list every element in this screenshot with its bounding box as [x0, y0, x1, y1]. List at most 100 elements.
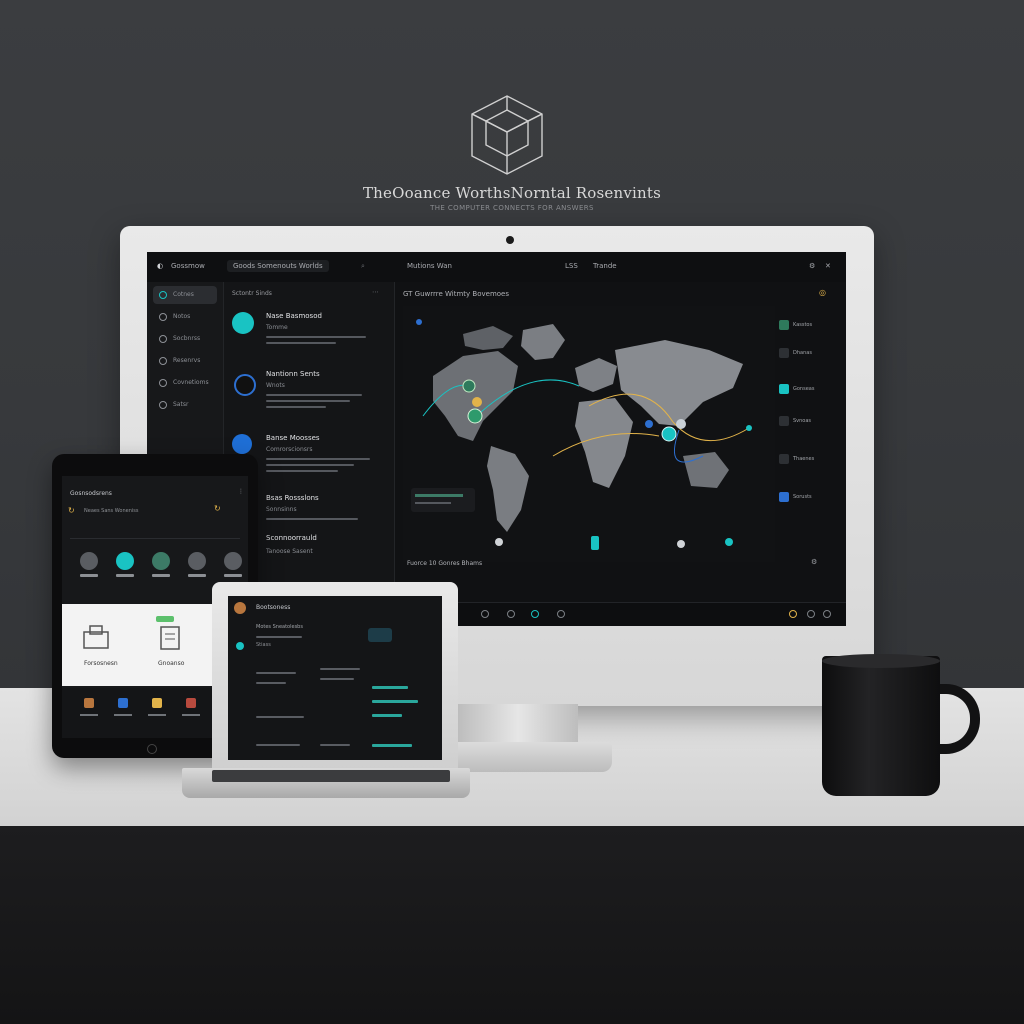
- text-line: [266, 394, 362, 396]
- settings-icon[interactable]: ⚙: [809, 262, 815, 270]
- stat-row[interactable]: Kasstos: [779, 318, 837, 332]
- text-line: [266, 336, 366, 338]
- progress-bar: [372, 686, 408, 689]
- feed-item-title: Sconnoorrauld: [266, 534, 317, 542]
- tab-mutions[interactable]: Mutions Wan: [407, 262, 452, 270]
- nav-icon-3[interactable]: [152, 698, 162, 708]
- text-line: [320, 668, 360, 670]
- text-line: [266, 400, 350, 402]
- nav-label-bar: [114, 714, 132, 716]
- feed-item[interactable]: Nantionn Sents Wnots: [230, 366, 388, 422]
- star-icon: [159, 401, 167, 409]
- stat-row[interactable]: Sorusts: [779, 490, 837, 504]
- stat-row[interactable]: Thaenes: [779, 452, 837, 466]
- status-badge: [156, 616, 174, 622]
- text-line: [266, 464, 354, 466]
- status-dot-icon: [236, 642, 244, 650]
- document-icon: [160, 626, 180, 650]
- nav-icon-1[interactable]: [84, 698, 94, 708]
- globe-icon[interactable]: [116, 552, 134, 570]
- profile-icon[interactable]: [807, 610, 815, 618]
- settings-icon[interactable]: ⚙: [811, 558, 817, 566]
- nav-icon-2[interactable]: [118, 698, 128, 708]
- search-input[interactable]: Goods Somenouts Worlds: [227, 260, 329, 272]
- search-icon[interactable]: [507, 610, 515, 618]
- map-title: GT Guwrrre Witmty Bovemoes: [403, 290, 510, 298]
- world-map[interactable]: [403, 306, 775, 562]
- sidebar-item-4[interactable]: Covnetioms: [153, 374, 217, 392]
- divider: [70, 538, 240, 539]
- app-logo-icon: ◐: [157, 262, 164, 270]
- stat-icon: [779, 320, 789, 330]
- text-line: [266, 406, 326, 408]
- more-icon[interactable]: ⋮: [238, 488, 244, 495]
- tab-lss[interactable]: LSS: [565, 262, 578, 270]
- stat-row[interactable]: Svnoas: [779, 414, 837, 428]
- filter-icon[interactable]: ◎: [819, 288, 826, 297]
- nav-label-bar: [80, 714, 98, 716]
- sidebar-item-label: Satsr: [173, 401, 189, 408]
- link-icon: [159, 379, 167, 387]
- feed-item-subtitle: Comrorscionsrs: [266, 446, 313, 453]
- laptop-screen: Bootsoness Motes Sneatolesbs Stiass: [228, 596, 442, 760]
- feed-header: Sctontr Sinds: [232, 290, 272, 297]
- avatar: [232, 434, 252, 454]
- map-footer-text: Fuorce 10 Gonres Bhams: [407, 560, 483, 567]
- refresh-icon[interactable]: ↻: [214, 504, 221, 513]
- stat-label: Svnoas: [793, 418, 812, 424]
- chat-icon[interactable]: [557, 610, 565, 618]
- search-icon[interactable]: ⌕: [361, 262, 365, 271]
- sidebar-item-1[interactable]: Notos: [153, 308, 217, 326]
- map-footer: Fuorce 10 Gonres Bhams ⚙: [403, 558, 843, 572]
- stat-label: Dhanas: [793, 350, 812, 356]
- menu-icon[interactable]: [823, 610, 831, 618]
- webcam-icon: [506, 236, 514, 244]
- more-icon[interactable]: ⋯: [372, 288, 379, 296]
- user-icon[interactable]: [80, 552, 98, 570]
- nav-label-bar: [182, 714, 200, 716]
- cube-logo-icon: [471, 95, 543, 175]
- tablet-header: Gosnsodsrens: [70, 490, 112, 497]
- stat-label: Thaenes: [793, 456, 815, 462]
- icon-label-bar: [80, 574, 98, 577]
- alert-icon[interactable]: [789, 610, 797, 618]
- sidebar-item-0[interactable]: Cotnes: [153, 286, 217, 304]
- arrow-icon[interactable]: [224, 552, 242, 570]
- tablet-home-button[interactable]: [147, 744, 157, 754]
- tablet-icon-row: [70, 552, 242, 582]
- feed-item-title: Bsas Rossslons: [266, 494, 319, 502]
- text-line: [266, 470, 338, 472]
- close-icon[interactable]: ✕: [825, 262, 831, 270]
- feed-item[interactable]: Nase Basmosod Tomme: [230, 308, 388, 364]
- laptop-header: Bootsoness: [256, 604, 291, 611]
- sidebar-item-5[interactable]: Satsr: [153, 396, 217, 414]
- text-line: [256, 744, 300, 746]
- sidebar-item-2[interactable]: Socbnrss: [153, 330, 217, 348]
- progress-bar: [372, 714, 402, 717]
- brand-subtitle: THE COMPUTER CONNECTS FOR ANSWERS: [430, 204, 594, 212]
- sidebar-item-label: Covnetioms: [173, 379, 209, 386]
- leaf-icon[interactable]: [152, 552, 170, 570]
- tab-trande[interactable]: Trande: [593, 262, 617, 270]
- stat-icon: [779, 492, 789, 502]
- home-icon[interactable]: [481, 610, 489, 618]
- sidebar-item-3[interactable]: Resenrvs: [153, 352, 217, 370]
- icon-label-bar: [188, 574, 206, 577]
- avatar: [234, 602, 246, 614]
- nav-icon-4[interactable]: [186, 698, 196, 708]
- map-icon[interactable]: [531, 610, 539, 618]
- stat-icon: [779, 416, 789, 426]
- stat-row[interactable]: Gonseas: [779, 382, 837, 396]
- mug-rim: [822, 654, 940, 668]
- sidebar-item-label: Cotnes: [173, 291, 194, 298]
- sidebar-item-label: Socbnrss: [173, 335, 201, 342]
- text-line: [266, 518, 358, 520]
- stat-row[interactable]: Dhanas: [779, 346, 837, 360]
- camera-icon[interactable]: [188, 552, 206, 570]
- stat-icon: [779, 348, 789, 358]
- tablet-subtitle: Neaes Sans Woneniss: [84, 508, 139, 514]
- stat-icon: [779, 384, 789, 394]
- home-icon: [159, 291, 167, 299]
- refresh-icon[interactable]: ↻: [68, 506, 75, 515]
- card-label-right: Gnoanso: [158, 660, 185, 667]
